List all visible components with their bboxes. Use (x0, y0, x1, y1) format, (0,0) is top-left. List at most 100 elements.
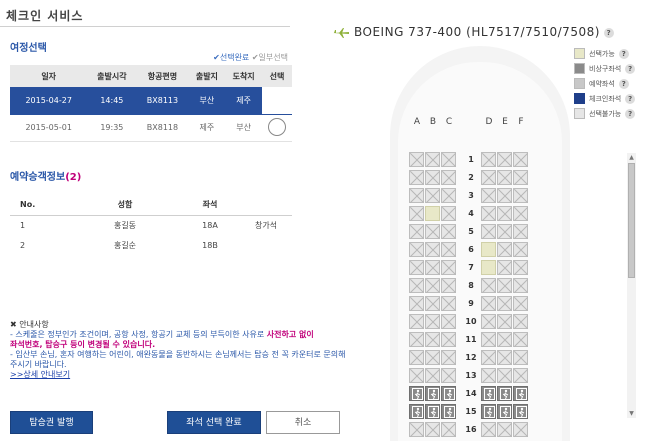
seat-row-number: 9 (468, 299, 474, 308)
seat-row-number: 11 (465, 335, 477, 344)
legend-label: 선택불가능 (589, 109, 622, 118)
seat-available[interactable] (425, 206, 440, 221)
help-icon[interactable]: ? (625, 108, 636, 119)
legend-label: 비상구좌석 (589, 64, 622, 73)
seat-unavailable (481, 296, 496, 311)
flight-select-radio[interactable] (268, 117, 286, 136)
emergency-exit-icon (444, 406, 455, 418)
seat-emergency-exit (497, 404, 512, 419)
seat-unavailable (409, 260, 424, 275)
seat-unavailable (481, 152, 496, 167)
header-time: 출발시각 (87, 65, 137, 87)
emergency-exit-icon (428, 406, 439, 418)
seat-unavailable (481, 188, 496, 203)
seat-unavailable (497, 314, 512, 329)
seat-row-number: 5 (468, 227, 474, 236)
passenger-no: 2 (20, 240, 26, 250)
notice-box: ✖ 안내사항 - 스케줄은 정부인가 조건이며, 공항 사정, 항공기 교체 등… (10, 320, 350, 380)
legend-swatch (574, 63, 585, 74)
help-icon[interactable]: ? (625, 93, 636, 104)
seat-unavailable (409, 314, 424, 329)
seat-emergency-exit (513, 386, 528, 401)
notice-detail-link[interactable]: >>상세 안내보기 (10, 370, 350, 380)
flight-select-cell (262, 114, 292, 142)
header-select: 선택 (262, 65, 292, 87)
seat-unavailable (425, 368, 440, 383)
flight-select-cell (262, 87, 292, 115)
seat-unavailable (513, 314, 528, 329)
seat-column-label: F (518, 117, 524, 127)
aircraft-name: BOEING 737-400 (HL7517/7510/7508) (354, 25, 600, 39)
seat-confirm-button[interactable]: 좌석 선택 완료 (167, 411, 261, 434)
seat-column-label: B (429, 117, 437, 127)
seat-unavailable (441, 152, 456, 167)
notice-emphasis-2: 좌석번호, 탑승구 등이 변경될 수 있습니다. (10, 340, 156, 349)
help-icon[interactable]: ? (603, 27, 614, 38)
seat-row-number: 8 (468, 281, 474, 290)
legend-available: 선택가능 ? (574, 46, 635, 61)
header-flight: 항공편명 (136, 65, 189, 87)
seat-row-number: 10 (465, 317, 477, 326)
seat-column-label: D (485, 117, 493, 127)
seat-unavailable (441, 206, 456, 221)
help-icon[interactable]: ? (618, 78, 629, 89)
emergency-exit-icon (516, 388, 527, 400)
passenger-name: 홍길순 (113, 240, 137, 250)
seat-emergency-exit (441, 404, 456, 419)
seat-row-number: 3 (468, 191, 474, 200)
seat-unavailable (425, 188, 440, 203)
legend-emergency: 비상구좌석 ? (574, 61, 636, 76)
cancel-button[interactable]: 취소 (266, 411, 340, 434)
seat-row-number: 2 (468, 173, 474, 182)
seat-unavailable (409, 368, 424, 383)
passenger-table-header: No. 성함 좌석 (10, 195, 292, 216)
boarding-pass-button[interactable]: 탑승권 발행 (10, 411, 93, 434)
flight-table: 일자 출발시각 항공편명 출발지 도착지 선택 2015-04-27 14:45… (10, 65, 292, 142)
seat-unavailable (513, 170, 528, 185)
seat-row-number: 13 (465, 371, 477, 380)
seat-unavailable (441, 314, 456, 329)
notice-emphasis-1: 사전하고 없이 (266, 330, 314, 339)
notice-text-1: - 스케줄은 정부인가 조건이며, 공항 사정, 항공기 교체 등의 부득이한 … (10, 330, 265, 339)
seat-unavailable (497, 170, 512, 185)
help-icon[interactable]: ? (618, 48, 629, 59)
flight-number: BX8113 (136, 87, 189, 115)
airplane-icon (333, 28, 349, 38)
scrollbar-thumb[interactable] (628, 163, 635, 278)
itinerary-title: 여정선택 (10, 43, 47, 54)
seat-unavailable (441, 188, 456, 203)
seat-available[interactable] (481, 260, 496, 275)
passenger-name: 홍길동 (113, 220, 137, 230)
flight-row[interactable]: 2015-05-01 19:35 BX8118 제주 부산 (10, 114, 292, 142)
seat-unavailable (441, 422, 456, 437)
seat-emergency-exit (513, 404, 528, 419)
seat-unavailable (409, 296, 424, 311)
header-to: 도착지 (225, 65, 262, 87)
flight-row[interactable]: 2015-04-27 14:45 BX8113 부산 제주 (10, 87, 292, 115)
page-title: 체크인 서비스 (6, 9, 84, 23)
seat-legend: 선택가능 ? 비상구좌석 ? 예약좌석 ? 체크인좌석 ? 선택불가능 ? (574, 46, 636, 121)
seat-unavailable (409, 206, 424, 221)
seat-emergency-exit (497, 386, 512, 401)
seat-unavailable (497, 206, 512, 221)
seat-row-number: 16 (465, 425, 477, 434)
scroll-down-icon[interactable]: ▼ (627, 409, 636, 418)
help-icon[interactable]: ? (625, 63, 636, 74)
seat-unavailable (441, 368, 456, 383)
seat-unavailable (425, 242, 440, 257)
seat-unavailable (409, 170, 424, 185)
seat-unavailable (497, 188, 512, 203)
header-from: 출발지 (188, 65, 226, 87)
passenger-table: No. 성함 좌석 1 홍길동 18A 창가석 2 홍길순 18B (10, 195, 292, 255)
header-name: 성함 (70, 195, 180, 216)
passenger-row[interactable]: 1 홍길동 18A 창가석 (10, 215, 292, 235)
seat-unavailable (441, 224, 456, 239)
scroll-up-icon[interactable]: ▲ (627, 153, 636, 162)
emergency-exit-icon (412, 388, 423, 400)
passenger-row[interactable]: 2 홍길순 18B (10, 235, 292, 255)
seat-row-number: 7 (468, 263, 474, 272)
notice-line-1: - 스케줄은 정부인가 조건이며, 공항 사정, 항공기 교체 등의 부득이한 … (10, 330, 350, 340)
title-divider (0, 26, 290, 27)
seat-row-number: 1 (468, 155, 474, 164)
seat-available[interactable] (481, 242, 496, 257)
